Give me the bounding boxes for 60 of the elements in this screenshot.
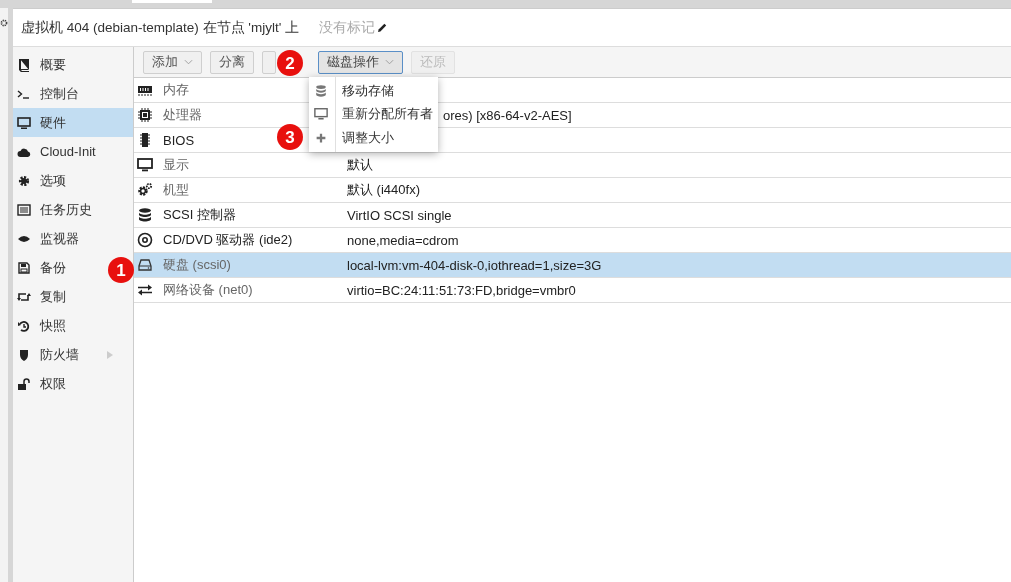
table-row[interactable]: 显示 默认: [134, 153, 1011, 178]
gears-icon: [137, 182, 153, 198]
sidebar-item[interactable]: 权限: [13, 369, 70, 398]
monitor-icon: [17, 115, 31, 130]
bios-chip-icon: [137, 132, 153, 148]
table-cell: 网络设备 (net0): [163, 282, 253, 297]
monitor-icon: [314, 107, 328, 122]
tags-label: 没有标记: [319, 18, 375, 37]
disc-icon: [137, 232, 153, 248]
table-cell: virtio=BC:24:11:51:73:FD,bridge=vmbr0: [347, 282, 576, 298]
gear-icon[interactable]: [0, 18, 8, 28]
sidebar-item[interactable]: 防火墙: [13, 340, 133, 369]
table-row[interactable]: 硬盘 (scsi0) local-lvm:vm-404-disk-0,iothread=1,size=3G: [134, 253, 1011, 278]
table-cell: 处理器: [163, 107, 202, 122]
table-cell: local-lvm:vm-404-disk-0,iothread=1,size=3G: [347, 257, 602, 273]
sidebar-item[interactable]: 硬件: [13, 108, 133, 137]
sidebar-item[interactable]: 复制: [13, 282, 70, 311]
table-cell: 默认 (i440fx): [347, 181, 420, 199]
step-number-badge: 3: [277, 124, 303, 150]
unlock-icon: [17, 376, 31, 391]
sidebar-item[interactable]: 任务历史: [13, 195, 96, 224]
exchange-arrows-icon: [137, 282, 153, 298]
sidebar-item[interactable]: 监视器: [13, 224, 83, 253]
table-cell: 硬盘 (scsi0): [163, 257, 231, 272]
menu-item[interactable]: 移动存储: [309, 79, 438, 103]
gear-icon: [17, 173, 31, 188]
table-row[interactable]: 网络设备 (net0) virtio=BC:24:11:51:73:FD,bridge=vmbr0: [134, 278, 1011, 303]
sidebar-item[interactable]: Cloud-Init: [13, 137, 100, 166]
table-cell: BIOS: [163, 132, 195, 148]
toolbar-button[interactable]: 添加: [143, 50, 202, 74]
table-row[interactable]: SCSI 控制器 VirtIO SCSI single: [134, 203, 1011, 228]
list-icon: [17, 202, 31, 217]
database-icon: [137, 207, 153, 223]
sidebar-item[interactable]: 概要: [13, 50, 70, 79]
sidebar-item[interactable]: 快照: [13, 311, 70, 340]
book-icon: [17, 57, 31, 72]
table-cell: none,media=cdrom: [347, 232, 459, 248]
shield-icon: [17, 347, 31, 362]
window-title: 虚拟机 404 (debian-template) 在节点 'mjylt' 上: [21, 18, 299, 37]
sidebar-item[interactable]: 选项: [13, 166, 70, 195]
table-cell: SCSI 控制器: [163, 207, 236, 222]
history-icon: [17, 318, 31, 333]
table-row[interactable]: 机型 默认 (i440fx): [134, 178, 1011, 203]
toolbar-button[interactable]: 磁盘操作: [318, 50, 403, 74]
table-cell: 内存: [163, 82, 189, 97]
table-cell: ores) [x86-64-v2-AES]: [443, 107, 572, 123]
menu-item[interactable]: 重新分配所有者: [309, 102, 438, 126]
table-cell: 机型: [163, 182, 189, 197]
database-icon: [314, 83, 328, 98]
chip-icon: [137, 107, 153, 123]
table-cell: VirtIO SCSI single: [347, 207, 452, 223]
toolbar-button[interactable]: 分离: [210, 50, 254, 74]
monitor-icon: [137, 157, 153, 173]
sidebar-item[interactable]: 控制台: [13, 79, 83, 108]
table-cell: 默认: [347, 156, 373, 174]
sidebar-item[interactable]: 备份: [13, 253, 70, 282]
pencil-icon[interactable]: [376, 21, 388, 34]
menu-item[interactable]: 调整大小: [309, 126, 438, 150]
table-cell: CD/DVD 驱动器 (ide2): [163, 232, 293, 247]
table-cell: 显示: [163, 157, 189, 172]
